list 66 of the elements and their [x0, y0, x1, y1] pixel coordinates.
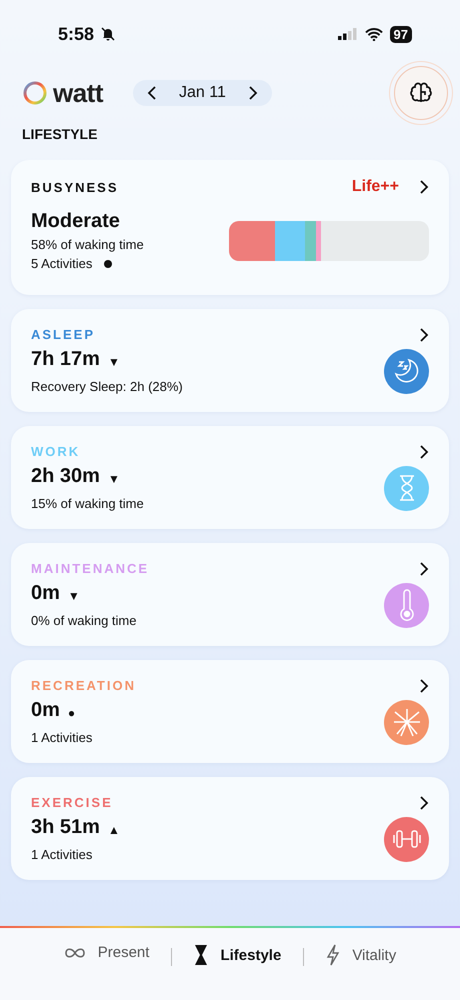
- logo-text: watt: [53, 78, 103, 108]
- waking-share: 58% of waking time: [31, 237, 144, 252]
- infinity-icon: [64, 946, 86, 958]
- open-button[interactable]: [419, 796, 429, 810]
- hourglass-icon: [194, 944, 208, 966]
- card-title: BUSYNESS: [31, 180, 119, 194]
- date-selector[interactable]: Jan 11: [133, 80, 272, 106]
- activities-count: 5 Activities: [31, 256, 92, 271]
- moon-icon: [392, 357, 420, 385]
- trend-marker: ●: [68, 706, 76, 720]
- previous-button[interactable]: [147, 86, 157, 100]
- category-card[interactable]: EXERCISE 3h 51m ▲ 1 Activities: [11, 777, 449, 880]
- next-button[interactable]: [248, 86, 258, 100]
- bolt-icon: [326, 944, 340, 966]
- open-button[interactable]: [419, 180, 429, 194]
- card-detail: Recovery Sleep: 2h (28%): [31, 379, 183, 394]
- open-button[interactable]: [419, 444, 429, 458]
- trend-marker: ▲: [108, 822, 120, 836]
- dumbbell-icon: [390, 828, 422, 850]
- category-card[interactable]: RECREATION 0m ● 1 Activities: [11, 660, 449, 763]
- section-title: LIFESTYLE: [21, 125, 98, 144]
- card-detail: 0% of waking time: [31, 613, 136, 628]
- signal-icon: [338, 28, 358, 40]
- open-button[interactable]: [419, 562, 429, 576]
- category-card[interactable]: MAINTENANCE 0m ▼ 0% of waking time: [11, 543, 449, 646]
- dot-icon: [104, 260, 112, 268]
- duration-value: 0m: [31, 582, 60, 605]
- trend-marker: ▼: [108, 472, 120, 486]
- card-detail: 1 Activities: [31, 730, 92, 745]
- category-card[interactable]: ASLEEP 7h 17m ▼ Recovery Sleep: 2h (28%): [11, 309, 449, 412]
- trend-marker: ▼: [68, 588, 80, 602]
- busyness-value: Moderate: [31, 210, 120, 232]
- life-link[interactable]: Life++: [352, 178, 399, 196]
- card-title: RECREATION: [31, 678, 136, 693]
- duration-value: 7h 17m: [31, 348, 100, 371]
- chevron-right-icon: [419, 678, 429, 692]
- category-card[interactable]: WORK 2h 30m ▼ 15% of waking time: [11, 426, 449, 529]
- card-title: MAINTENANCE: [31, 561, 150, 576]
- logo-icon: [22, 80, 48, 106]
- battery-level: 97: [390, 26, 412, 42]
- chevron-right-icon: [419, 180, 429, 194]
- duration-value: 2h 30m: [31, 465, 100, 488]
- status-time: 5:58: [58, 24, 94, 44]
- chevron-right-icon: [419, 796, 429, 810]
- wifi-icon: [364, 28, 383, 40]
- trend-marker: ▼: [108, 354, 120, 368]
- card-title: WORK: [31, 444, 80, 459]
- duration-value: 3h 51m: [31, 816, 100, 839]
- duration-value: 0m: [31, 699, 60, 722]
- chevron-left-icon: [147, 86, 157, 100]
- tab[interactable]: Present: [42, 944, 172, 961]
- brain-icon: [409, 81, 433, 105]
- open-button[interactable]: [419, 678, 429, 692]
- card-title: ASLEEP: [31, 327, 96, 342]
- card-detail: 1 Activities: [31, 847, 94, 862]
- tab[interactable]: Lifestyle: [172, 944, 304, 966]
- chevron-right-icon: [419, 562, 429, 576]
- card-detail: 15% of waking time: [31, 496, 144, 511]
- chevron-right-icon: [419, 328, 429, 342]
- bell-off-icon: [100, 26, 116, 42]
- date-label: Jan 11: [179, 84, 226, 102]
- chevron-right-icon: [419, 444, 429, 458]
- chevron-right-icon: [248, 86, 258, 100]
- tab[interactable]: Vitality: [304, 944, 418, 966]
- open-button[interactable]: [419, 328, 429, 342]
- card-title: EXERCISE: [31, 795, 113, 810]
